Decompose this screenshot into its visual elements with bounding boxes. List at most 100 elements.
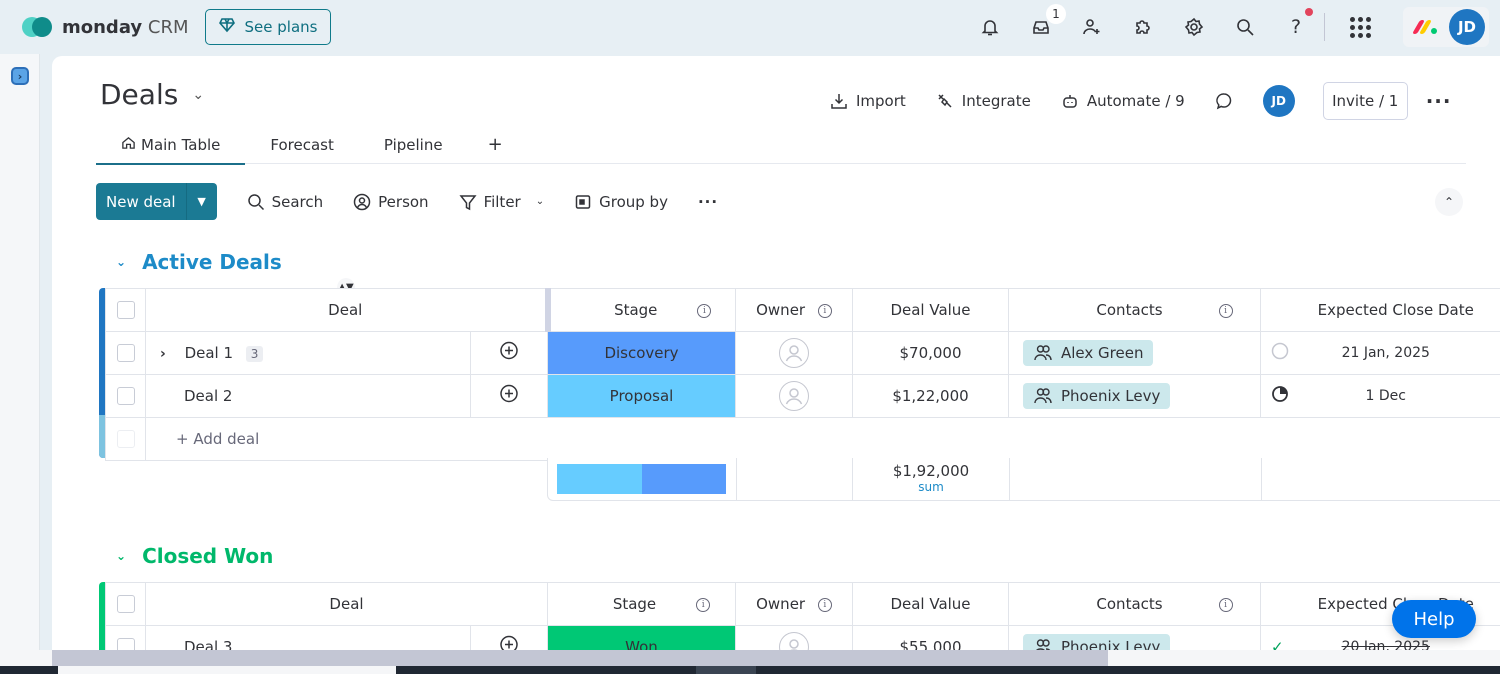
deal-value-cell[interactable]: $1,22,000 (852, 374, 1009, 418)
info-icon[interactable]: i (817, 303, 832, 318)
board-member-avatar[interactable]: JD (1262, 85, 1295, 117)
info-icon[interactable]: i (817, 597, 832, 612)
person-label: Person (378, 192, 429, 211)
see-plans-button[interactable]: See plans (205, 9, 331, 45)
deal-value-cell[interactable]: $70,000 (852, 331, 1009, 375)
board-toolbar: New deal ▼ Search Person Filter ⌄ Group … (96, 183, 718, 220)
column-header-contacts[interactable]: Contacts i (1008, 582, 1261, 626)
deal-name: Deal 2 (184, 387, 233, 405)
group-by-button[interactable]: Group by (574, 193, 668, 211)
invite-button[interactable]: Invite / 1 (1322, 82, 1408, 120)
tab-label: Forecast (270, 135, 334, 154)
add-update-button[interactable] (470, 331, 548, 375)
column-header-close-date[interactable]: Expected Close Date (1260, 288, 1500, 332)
gear-icon (1184, 17, 1204, 37)
deal-name-cell[interactable]: › Deal 1 3 (145, 331, 471, 375)
search-button[interactable] (1230, 12, 1260, 42)
column-label: Deal Value (890, 301, 971, 319)
stage-cell[interactable]: Discovery (547, 331, 736, 375)
invite-members-button[interactable] (1077, 12, 1107, 42)
automate-button[interactable]: Automate / 9 (1061, 92, 1185, 110)
info-icon[interactable]: i (697, 303, 712, 318)
expand-sidebar-button[interactable]: › (11, 67, 29, 85)
column-header-deal-value[interactable]: Deal Value (852, 582, 1009, 626)
close-date-cell[interactable]: 21 Jan, 2025 (1260, 331, 1500, 375)
column-header-stage[interactable]: Stage i (547, 288, 736, 332)
info-icon[interactable]: i (696, 597, 711, 612)
apps-marketplace-button[interactable] (1128, 12, 1158, 42)
contact-chip[interactable]: Alex Green (1023, 339, 1154, 366)
tab-label: Pipeline (383, 135, 443, 154)
column-header-deal[interactable]: Deal (145, 582, 548, 626)
user-avatar[interactable]: JD (1449, 9, 1485, 45)
help-center-button[interactable]: ? (1281, 8, 1313, 42)
settings-button[interactable] (1179, 12, 1209, 42)
updates-button[interactable] (1215, 92, 1233, 110)
expand-subitems-icon[interactable]: › (160, 346, 166, 362)
inbox-badge: 1 (1046, 4, 1066, 24)
add-deal-label: + Add deal (176, 430, 260, 448)
info-icon[interactable]: i (1218, 597, 1233, 612)
new-deal-dropdown[interactable]: ▼ (187, 195, 217, 208)
add-deal-input[interactable]: + Add deal (145, 417, 1500, 461)
search-board-button[interactable]: Search (247, 193, 323, 211)
column-header-owner[interactable]: Owner i (735, 582, 853, 626)
add-update-button[interactable] (470, 374, 548, 418)
group-by-icon (575, 194, 591, 209)
stage-cell[interactable]: Proposal (547, 374, 736, 418)
table-row[interactable]: › Deal 1 3 Discovery $70,000 Alex Green … (105, 331, 1500, 375)
column-header-deal[interactable]: Deal (145, 288, 551, 332)
column-label: Deal (329, 595, 364, 613)
more-options-icon[interactable]: ··· (1426, 89, 1452, 113)
view-tabs: Main Table Forecast Pipeline + (96, 126, 1466, 165)
horizontal-scrollbar-thumb[interactable] (52, 650, 1108, 666)
row-checkbox[interactable] (116, 387, 135, 406)
tab-main-table[interactable]: Main Table (96, 126, 246, 165)
chevron-down-icon[interactable]: ⌄ (536, 196, 544, 207)
import-button[interactable]: Import (830, 92, 906, 110)
help-button[interactable]: Help (1392, 600, 1476, 638)
tab-label: Main Table (141, 135, 221, 154)
row-checkbox[interactable] (116, 344, 135, 363)
info-icon[interactable]: i (1218, 303, 1233, 318)
account-menu[interactable]: JD (1403, 7, 1489, 47)
column-header-owner[interactable]: Owner i (735, 288, 853, 332)
deal-name-cell[interactable]: Deal 2 (145, 374, 471, 418)
board-title[interactable]: Deals ⌄ (100, 78, 204, 111)
chevron-down-icon[interactable]: ⌄ (116, 255, 126, 269)
tab-forecast[interactable]: Forecast (245, 126, 358, 164)
add-view-button[interactable]: + (468, 126, 523, 164)
integrate-button[interactable]: Integrate (936, 92, 1031, 110)
contacts-cell[interactable]: Phoenix Levy (1008, 374, 1261, 418)
column-header-contacts[interactable]: Contacts i (1008, 288, 1261, 332)
inbox-button[interactable]: 1 (1026, 4, 1066, 42)
group-title-active-deals[interactable]: ⌄ Active Deals (116, 250, 282, 274)
tab-pipeline[interactable]: Pipeline (359, 126, 468, 164)
column-header-deal-value[interactable]: Deal Value (852, 288, 1009, 332)
summary-divider (1261, 458, 1262, 501)
collapse-header-button[interactable]: ⌃ (1435, 188, 1463, 216)
owner-cell[interactable] (735, 331, 853, 375)
column-label: Owner (756, 595, 806, 613)
owner-cell[interactable] (735, 374, 853, 418)
close-date-cell[interactable]: 1 Dec (1260, 374, 1500, 418)
bell-icon (981, 20, 999, 36)
chevron-down-icon[interactable]: ⌄ (116, 549, 126, 563)
notifications-button[interactable] (975, 12, 1005, 42)
contacts-cell[interactable]: Alex Green (1008, 331, 1261, 375)
person-filter-button[interactable]: Person (353, 192, 429, 211)
app-logo[interactable]: monday CRM (22, 14, 189, 40)
select-all-checkbox[interactable] (116, 595, 135, 614)
table-row[interactable]: Deal 2 Proposal $1,22,000 Phoenix Levy 1… (105, 374, 1500, 418)
close-date: 21 Jan, 2025 (1341, 345, 1430, 361)
new-deal-button[interactable]: New deal (96, 183, 187, 220)
group-title-closed-won[interactable]: ⌄ Closed Won (116, 544, 273, 568)
filter-button[interactable]: Filter ⌄ (459, 193, 544, 211)
contact-chip[interactable]: Phoenix Levy (1023, 382, 1171, 409)
divider (1324, 13, 1325, 41)
more-toolbar-options-icon[interactable]: ··· (698, 193, 718, 211)
select-all-checkbox[interactable] (116, 301, 135, 320)
column-header-stage[interactable]: Stage i (547, 582, 736, 626)
app-switcher-button[interactable] (1345, 12, 1375, 42)
stage-distribution-bar[interactable] (557, 464, 726, 494)
